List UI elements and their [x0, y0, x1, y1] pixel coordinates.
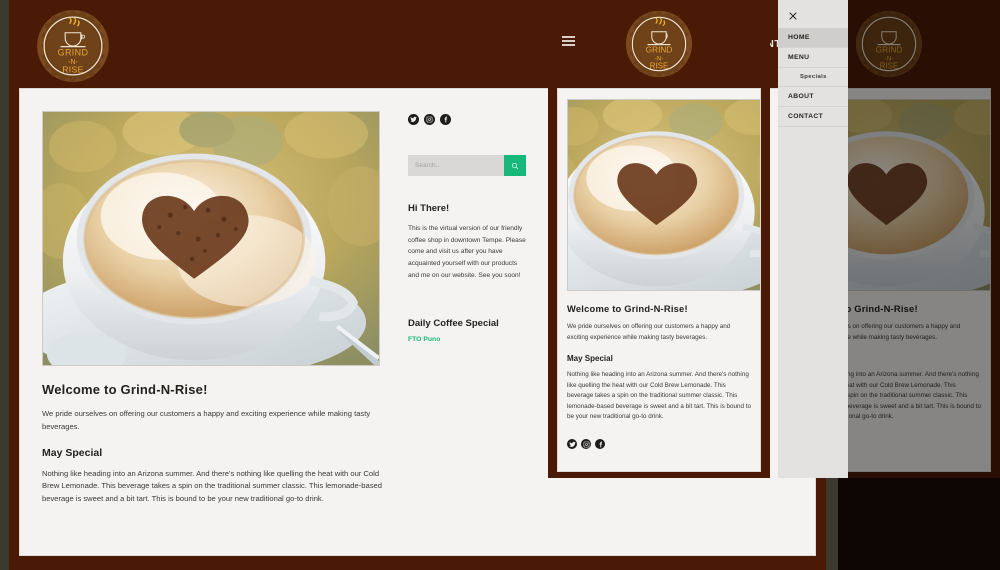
mobile-search: [567, 471, 751, 472]
close-menu-button[interactable]: [778, 4, 848, 28]
sidebar-about-heading: Hi There!: [408, 203, 450, 214]
search-button[interactable]: [504, 155, 526, 176]
drawer-item-contact[interactable]: CONTACT: [778, 107, 848, 127]
brand-logo[interactable]: GRIND -N- RISE: [34, 7, 112, 85]
sidebar-search: [408, 155, 526, 176]
search-input[interactable]: [567, 471, 731, 472]
sidebar: Hi There! This is the virtual version of…: [408, 111, 526, 510]
mobile-viewport-preview: GRIND -N- RISE Welcome to Grind-N-Rise! …: [548, 0, 770, 478]
mobile-special-paragraph: Nothing like heading into an Arizona sum…: [567, 371, 752, 421]
page-background-strip-left: [0, 0, 9, 570]
mobile-hero-image: [567, 99, 760, 291]
cappuccino-photo-illustration: [568, 100, 760, 290]
svg-text:GRIND: GRIND: [58, 47, 89, 57]
drawer-item-about[interactable]: ABOUT: [778, 87, 848, 107]
drawer-item-menu[interactable]: MENU: [778, 48, 848, 68]
facebook-icon[interactable]: [440, 114, 451, 125]
svg-text:RISE: RISE: [650, 61, 668, 70]
sidebar-about-text: This is the virtual version of our frien…: [408, 225, 526, 279]
instagram-icon[interactable]: [424, 114, 435, 125]
main-column: Welcome to Grind-N-Rise! We pride oursel…: [42, 111, 382, 510]
drawer-item-home[interactable]: HOME: [778, 28, 848, 48]
twitter-icon[interactable]: [567, 439, 577, 450]
coffee-cup-badge-icon: GRIND -N- RISE: [625, 10, 693, 78]
social-links: [408, 114, 526, 125]
intro-paragraph: We pride ourselves on offering our custo…: [42, 409, 371, 431]
mobile-social-links: [567, 439, 751, 450]
svg-text:GRIND: GRIND: [646, 46, 673, 55]
mobile-intro-paragraph: We pride ourselves on offering our custo…: [567, 323, 731, 341]
site-footer: [19, 557, 816, 570]
twitter-icon[interactable]: [408, 114, 419, 125]
mobile-header: GRIND -N- RISE: [548, 0, 770, 90]
search-input[interactable]: [408, 155, 504, 176]
mobile-menu-open-preview: GRIND -N- RISE Welcome to Grind-N-Rise! …: [778, 0, 1000, 478]
mobile-special-heading: May Special: [567, 354, 613, 364]
drawer-item-specials[interactable]: Specials: [778, 68, 848, 87]
hero-image: [42, 111, 380, 366]
mobile-content-card: Welcome to Grind-N-Rise! We pride oursel…: [557, 88, 761, 472]
svg-text:RISE: RISE: [62, 65, 84, 75]
search-icon: [512, 162, 519, 169]
special-heading: May Special: [42, 446, 103, 459]
close-x-icon: [789, 12, 797, 20]
coffee-cup-badge-icon: GRIND -N- RISE: [37, 9, 109, 83]
cappuccino-photo-illustration: [43, 112, 379, 365]
page-title: Welcome to Grind-N-Rise!: [42, 382, 208, 397]
sidebar-special-link[interactable]: FTO Puno: [408, 336, 526, 343]
mobile-menu-drawer: HOME MENU Specials ABOUT CONTACT: [778, 0, 848, 478]
facebook-icon[interactable]: [595, 439, 605, 450]
search-button[interactable]: [731, 471, 751, 472]
mobile-page-title: Welcome to Grind-N-Rise!: [567, 303, 688, 314]
hamburger-menu-icon[interactable]: [562, 36, 575, 49]
special-paragraph: Nothing like heading into an Arizona sum…: [42, 468, 382, 504]
instagram-icon[interactable]: [581, 439, 591, 450]
mobile-brand-logo[interactable]: GRIND -N- RISE: [623, 8, 695, 80]
sidebar-special-heading: Daily Coffee Special: [408, 317, 499, 329]
